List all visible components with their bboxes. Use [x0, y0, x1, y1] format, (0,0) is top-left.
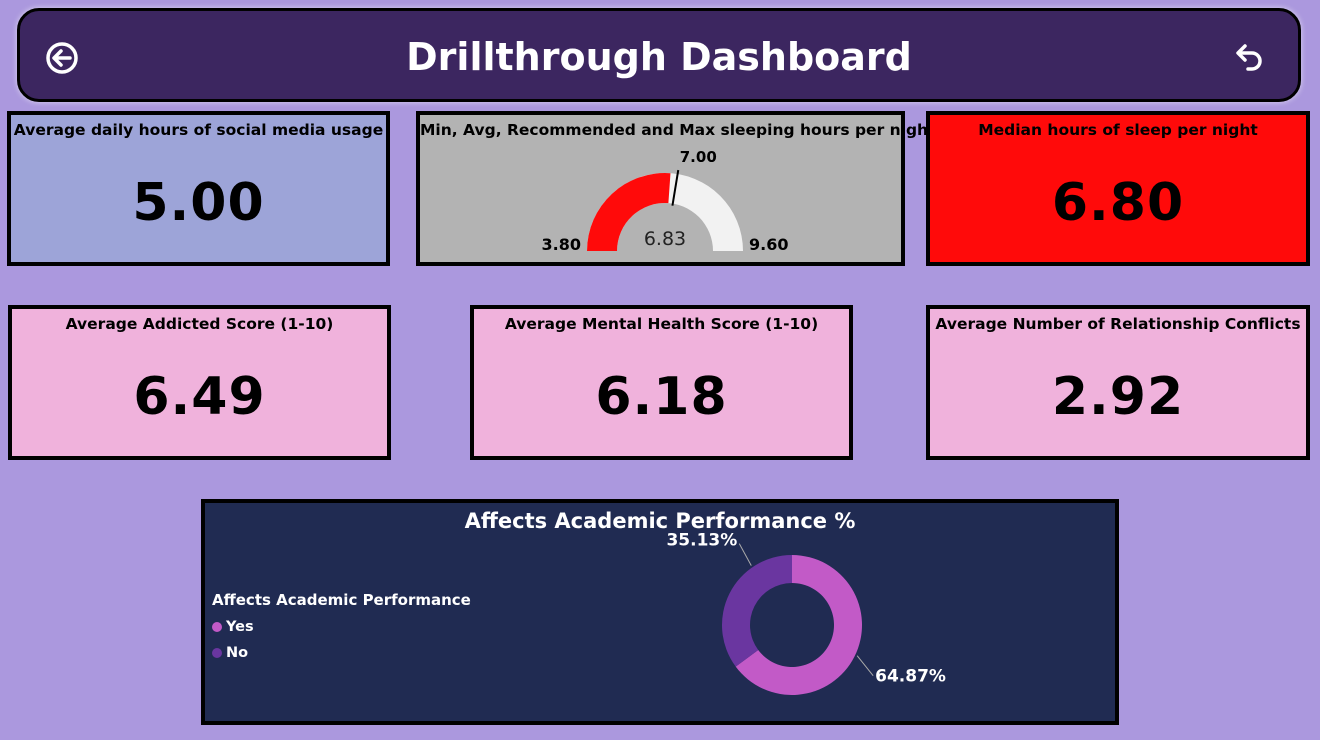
leader-line-no [738, 543, 752, 566]
legend-dot-yes [212, 622, 222, 632]
legend-title: Affects Academic Performance [212, 591, 471, 609]
card-social-media-usage: Average daily hours of social media usag… [7, 111, 390, 266]
data-label-yes: 64.87% [875, 667, 946, 687]
card-value: 2.92 [1051, 367, 1185, 427]
data-label-no: 35.13% [666, 531, 737, 551]
card-mental-health-score: Average Mental Health Score (1-10) 6.18 [470, 305, 853, 460]
card-title: Average Mental Health Score (1-10) [504, 315, 819, 333]
chart-legend: Affects Academic Performance Yes No [212, 591, 471, 661]
academic-performance-panel: Affects Academic Performance % 35.13% 64… [201, 499, 1119, 725]
card-title: Average Number of Relationship Conflicts [935, 315, 1301, 333]
undo-arrow-icon[interactable] [1230, 38, 1270, 78]
card-value: 5.00 [132, 173, 265, 233]
card-value: 6.18 [595, 367, 728, 427]
legend-dot-no [212, 648, 222, 658]
gauge-target-label: 7.00 [680, 148, 717, 166]
card-title: Median hours of sleep per night [978, 121, 1258, 139]
header-bar: Drillthrough Dashboard [17, 8, 1301, 102]
legend-label: Yes [226, 619, 254, 635]
page-title: Drillthrough Dashboard [406, 35, 912, 79]
card-value: 6.80 [1051, 173, 1185, 233]
card-title: Average daily hours of social media usag… [13, 121, 384, 139]
gauge-max-label: 9.60 [749, 235, 788, 254]
gauge-value-label: 6.83 [644, 228, 686, 250]
card-sleep-gauge: Min, Avg, Recommended and Max sleeping h… [416, 111, 936, 266]
card-value: 6.49 [133, 367, 266, 427]
card-median-sleep: Median hours of sleep per night 6.80 [926, 111, 1310, 266]
card-addicted-score: Average Addicted Score (1-10) 6.49 [8, 305, 391, 460]
sleep-gauge-chart: 3.80 9.60 6.83 7.00 [542, 148, 789, 254]
legend-item-yes[interactable]: Yes [212, 619, 471, 635]
legend-item-no[interactable]: No [212, 645, 471, 661]
card-title: Average Addicted Score (1-10) [65, 315, 334, 333]
leader-line-yes [856, 655, 874, 676]
legend-label: No [226, 645, 249, 661]
card-relationship-conflicts: Average Number of Relationship Conflicts… [926, 305, 1310, 460]
gauge-min-label: 3.80 [542, 235, 581, 254]
donut-slice-no[interactable] [722, 555, 792, 667]
